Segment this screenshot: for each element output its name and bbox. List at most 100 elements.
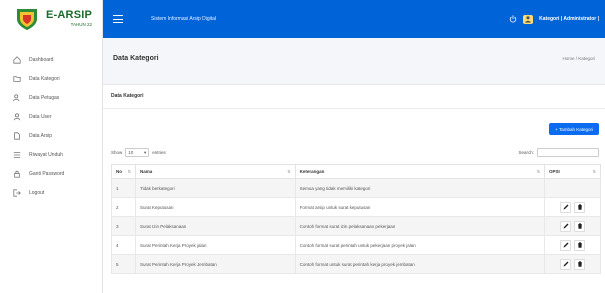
sidebar-item-ganti-password[interactable]: Ganti Password [0,164,102,183]
topbar-right: Kategori | Administrator | [509,14,605,24]
sidebar-item-label: Data Kategori [29,75,60,82]
sidebar-item-data-kategori[interactable]: Data Kategori [0,69,102,88]
chevron-down-icon: ▾ [144,149,147,155]
brand-subtitle: TAHUN 22 [70,22,93,28]
logo-icon [14,6,40,32]
sidebar: E-ARSIP TAHUN 22 Dashboard Data Kategori… [0,0,103,293]
sidebar-item-data-petugas[interactable]: Data Petugas [0,88,102,107]
cell-opsi [544,197,601,217]
delete-button[interactable] [574,258,586,270]
delete-button[interactable] [574,220,586,232]
data-card: Data Kategori + Tambah Kategori Show 10 … [103,84,605,293]
trash-icon [577,223,582,229]
trash-icon [577,242,582,248]
edit-button[interactable] [560,258,572,270]
delete-button[interactable] [574,201,586,213]
cell-no: 4 [111,235,136,255]
sidebar-item-riwayat-unduh[interactable]: Riwayat Unduh [0,145,102,164]
sort-icon: ⇅ [287,169,291,174]
search-control: Search: [518,148,599,157]
sidebar-item-data-arsip[interactable]: Data Arsip [0,126,102,145]
trash-icon [577,204,582,210]
topbar: Sistem Informasi Arsip Digital Kategori … [103,0,605,38]
sidebar-item-label: Data User [29,113,52,120]
sidebar-item-label: Riwayat Unduh [29,151,63,158]
table-row: 1 Tidak berkategori Semua yang tidak mem… [111,178,601,198]
cell-keterangan: Format arsip untuk surat keputusan [294,197,546,217]
entries-label: entries [152,150,166,155]
file-icon [12,131,21,140]
sidebar-nav: Dashboard Data Kategori Data Petugas Dat… [0,50,102,202]
cell-nama: Tidak berkategori [134,178,296,198]
page-header: Data Kategori Home / Kategori [103,38,605,78]
edit-button[interactable] [560,239,572,251]
user-icon [12,112,21,121]
folder-icon [12,74,21,83]
app-title: Sistem Informasi Arsip Digital [151,16,217,22]
column-header-opsi[interactable]: OPSI ⇅ [544,164,601,179]
power-icon[interactable] [509,15,517,23]
divider [103,108,605,109]
pencil-icon [563,261,569,267]
sidebar-item-label: Data Petugas [29,94,60,101]
table-header-row: No ⇅ Nama ⇅ Keterangan ⇅ OPSI ⇅ [111,164,601,179]
add-category-button[interactable]: + Tambah Kategori [549,123,599,135]
breadcrumb[interactable]: Home / Kategori [562,56,595,61]
search-input[interactable] [537,148,599,157]
edit-button[interactable] [560,220,572,232]
column-header-no[interactable]: No ⇅ [111,164,136,179]
users-icon [12,93,21,102]
lock-icon [12,169,21,178]
main-content: Data Kategori Home / Kategori Data Kateg… [103,38,605,293]
table-row: 3 Surat Izin Pelaksanaan Contoh format s… [111,216,601,236]
delete-button[interactable] [574,239,586,251]
entries-select-value: 10 [128,150,134,155]
page-title: Data Kategori [113,54,159,62]
sort-icon: ⇅ [536,169,541,174]
sort-icon: ⇅ [127,169,131,174]
sidebar-item-label: Dashboard [29,56,54,63]
cell-no: 1 [111,178,136,198]
cell-nama: Surat Perintah Kerja Proyek Jembatan [134,254,296,274]
cell-opsi [544,178,601,198]
cell-keterangan: Semua yang tidak memiliki kategori [294,178,546,198]
column-header-keterangan[interactable]: Keterangan ⇅ [294,164,546,179]
sidebar-item-label: Ganti Password [29,170,65,177]
pencil-icon [563,242,569,248]
trash-icon [577,261,582,267]
menu-toggle-icon[interactable] [113,15,123,23]
sort-icon: ⇅ [592,169,596,174]
cell-opsi [544,254,601,274]
cell-keterangan: Contoh format surat izin pelaksanaan pek… [294,216,546,236]
brand[interactable]: E-ARSIP TAHUN 22 [0,0,102,38]
home-icon [12,55,21,64]
cell-opsi [544,216,601,236]
cell-no: 2 [111,197,136,217]
sidebar-item-logout[interactable]: Logout [0,183,102,202]
user-menu[interactable]: Kategori | Administrator | [539,16,599,22]
entries-select[interactable]: 10 ▾ [125,148,150,157]
search-label: Search: [518,150,534,155]
sidebar-item-dashboard[interactable]: Dashboard [0,50,102,69]
cell-nama: Surat Izin Pelaksanaan [134,216,296,236]
list-icon [12,150,21,159]
category-table: No ⇅ Nama ⇅ Keterangan ⇅ OPSI ⇅ 1 Tidak berk… [111,164,601,274]
pencil-icon [563,223,569,229]
cell-keterangan: Contoh format surat perintah untuk peker… [294,235,546,255]
cell-opsi [544,235,601,255]
sidebar-item-label: Data Arsip [29,132,53,139]
table-row: 2 Surat Keputusan Format arsip untuk sur… [111,197,601,217]
table-row: 5 Surat Perintah Kerja Proyek Jembatan C… [111,254,601,274]
edit-button[interactable] [560,201,572,213]
table-row: 4 Surat Perintah Kerja Proyek jalan Cont… [111,235,601,255]
column-header-nama[interactable]: Nama ⇅ [134,164,296,179]
card-title: Data Kategori [111,93,144,99]
cell-keterangan: Contoh format untuk surat perintah kerja… [294,254,546,274]
cell-nama: Surat Perintah Kerja Proyek jalan [134,235,296,255]
show-label: Show [111,150,123,155]
brand-name: E-ARSIP [46,9,93,22]
cell-no: 5 [111,254,136,274]
sidebar-item-data-user[interactable]: Data User [0,107,102,126]
user-avatar-icon[interactable] [523,14,534,24]
cell-no: 3 [111,216,136,236]
